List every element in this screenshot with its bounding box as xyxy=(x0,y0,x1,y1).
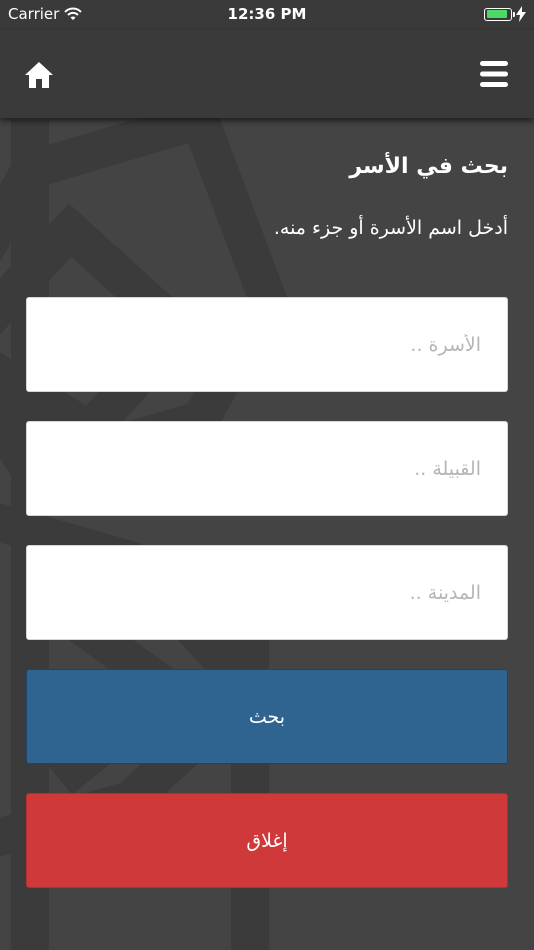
bolt-icon xyxy=(516,6,526,22)
instruction-text: أدخل اسم الأسرة أو جزء منه. xyxy=(273,217,508,239)
search-form-panel: بحث في الأسر أدخل اسم الأسرة أو جزء منه.… xyxy=(26,118,508,888)
page-title: بحث في الأسر xyxy=(349,154,508,179)
family-input[interactable] xyxy=(26,297,508,392)
home-icon xyxy=(25,62,53,88)
navigation-bar xyxy=(0,30,534,118)
battery-group xyxy=(484,6,526,22)
battery-icon xyxy=(484,7,515,21)
close-button[interactable]: إغلاق xyxy=(26,793,508,888)
battery-level-fill xyxy=(486,10,508,18)
app-screen: Carrier 12:36 PM بحث في الأسر أدخل اسم ا… xyxy=(0,0,534,950)
city-input[interactable] xyxy=(26,545,508,640)
hamburger-menu-icon xyxy=(480,61,508,87)
status-time: 12:36 PM xyxy=(227,5,307,23)
tribe-input[interactable] xyxy=(26,421,508,516)
search-button[interactable]: بحث xyxy=(26,669,508,764)
status-bar: Carrier 12:36 PM xyxy=(0,0,534,30)
home-button[interactable] xyxy=(24,60,54,90)
menu-button[interactable] xyxy=(480,59,508,89)
